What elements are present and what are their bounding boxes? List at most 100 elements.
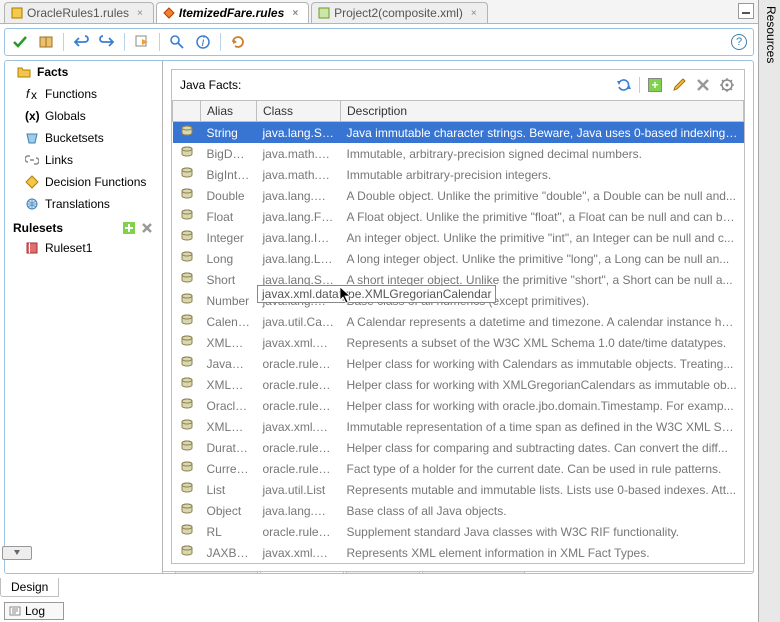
sidebar-item-functions[interactable]: fx Functions <box>5 83 162 105</box>
cell-description: An integer object. Unlike the primitive … <box>341 227 744 248</box>
cell-description: A Double object. Unlike the primitive "d… <box>341 185 744 206</box>
table-row[interactable]: Curren...oracle.rules.r...Fact type of a… <box>173 458 744 479</box>
table-row[interactable]: JAXBEle...javax.xml.bin...Represents XML… <box>173 542 744 563</box>
cell-alias: BigDeci... <box>201 143 257 164</box>
sidebar-item-decision-functions[interactable]: Decision Functions <box>5 171 162 193</box>
edit-fact-icon[interactable] <box>670 76 688 94</box>
table-row[interactable]: RLoracle.rules.r...Supplement standard J… <box>173 521 744 542</box>
cell-class: java.util.List <box>257 479 341 500</box>
cell-description: Represents XML element information in XM… <box>341 542 744 563</box>
row-icon <box>173 521 201 542</box>
composite-file-icon <box>318 7 330 19</box>
cell-alias: Integer <box>201 227 257 248</box>
cell-description: Java immutable character strings. Beware… <box>341 122 744 144</box>
tab-java-facts[interactable]: Java Facts <box>260 572 344 574</box>
row-icon <box>173 164 201 185</box>
sidebar-item-links[interactable]: Links <box>5 149 162 171</box>
tab-label: ItemizedFare.rules <box>179 6 284 20</box>
cell-alias: Object <box>201 500 257 521</box>
table-row[interactable]: Objectjava.lang.Obj...Base class of all … <box>173 500 744 521</box>
parens-x-icon: (x) <box>25 109 39 123</box>
collapse-handle[interactable] <box>2 546 32 560</box>
tab-itemizedfare[interactable]: ItemizedFare.rules × <box>156 2 309 23</box>
close-icon[interactable]: × <box>137 8 143 19</box>
tab-label: Project2(composite.xml) <box>334 6 463 20</box>
cell-class: javax.xml.bin... <box>257 542 341 563</box>
tab-rl-facts[interactable]: RL Facts <box>346 572 420 574</box>
verify-icon[interactable] <box>133 33 151 51</box>
cell-description: Helper class for working with oracle.jbo… <box>341 395 744 416</box>
sidebar-item-bucketsets[interactable]: Bucketsets <box>5 127 162 149</box>
facts-type-tabs: XML Facts Java Facts RL Facts ADF-BC Fac… <box>163 571 753 574</box>
tab-oraclerules1[interactable]: OracleRules1.rules × <box>4 2 154 23</box>
table-row[interactable]: Integerjava.lang.Inte...An integer objec… <box>173 227 744 248</box>
col-description[interactable]: Description <box>341 101 744 122</box>
table-row[interactable]: Oracle...oracle.rules.s...Helper class f… <box>173 395 744 416</box>
add-ruleset-button[interactable] <box>122 221 136 235</box>
cell-alias: Curren... <box>201 458 257 479</box>
help-icon[interactable]: ? <box>731 34 747 50</box>
table-row[interactable]: XMLDu...javax.xml.dat...Immutable repres… <box>173 416 744 437</box>
tab-project2[interactable]: Project2(composite.xml) × <box>311 2 488 23</box>
sidebar-item-label: Facts <box>37 65 68 79</box>
redo-icon[interactable] <box>98 33 116 51</box>
sidebar-item-ruleset1[interactable]: Ruleset1 <box>5 237 162 259</box>
table-row[interactable]: JavaDateoracle.rules.r...Helper class fo… <box>173 353 744 374</box>
tab-design[interactable]: Design <box>0 578 59 597</box>
cell-alias: String <box>201 122 257 144</box>
table-row[interactable]: Listjava.util.ListRepresents mutable and… <box>173 479 744 500</box>
tab-xml-facts[interactable]: XML Facts <box>175 572 258 574</box>
minimize-button[interactable] <box>738 3 754 19</box>
mouse-cursor-icon <box>339 286 353 304</box>
cell-alias: RL <box>201 521 257 542</box>
sidebar-item-facts[interactable]: Facts <box>5 61 162 83</box>
cell-class: oracle.rules.s... <box>257 395 341 416</box>
fact-options-icon[interactable] <box>718 76 736 94</box>
delete-ruleset-button[interactable] <box>140 221 154 235</box>
close-icon[interactable]: × <box>471 8 477 19</box>
delete-fact-icon[interactable] <box>694 76 712 94</box>
table-row[interactable]: XMLDateoracle.rules.r...Helper class for… <box>173 374 744 395</box>
refresh-icon[interactable] <box>229 33 247 51</box>
cell-class: java.lang.Obj... <box>257 500 341 521</box>
editor-tabs: OracleRules1.rules × ItemizedFare.rules … <box>0 0 758 24</box>
sidebar-item-globals[interactable]: (x) Globals <box>5 105 162 127</box>
editor-mode-tabs: Design <box>0 578 758 600</box>
col-alias[interactable]: Alias <box>201 101 257 122</box>
col-class[interactable]: Class <box>257 101 341 122</box>
dictionary-icon[interactable] <box>37 33 55 51</box>
row-icon <box>173 248 201 269</box>
table-row[interactable]: XMLGre...javax.xml.dat...Represents a su… <box>173 332 744 353</box>
table-row[interactable]: Calendarjava.util.Cale...A Calendar repr… <box>173 311 744 332</box>
find-icon[interactable] <box>168 33 186 51</box>
cell-class: java.lang.Inte... <box>257 227 341 248</box>
col-icon[interactable] <box>173 101 201 122</box>
add-fact-button[interactable]: + <box>646 76 664 94</box>
table-row[interactable]: Doublejava.lang.Dou...A Double object. U… <box>173 185 744 206</box>
cell-alias: Double <box>201 185 257 206</box>
cell-class: oracle.rules.s... <box>257 437 341 458</box>
table-row[interactable]: Longjava.lang.LongA long integer object.… <box>173 248 744 269</box>
table-row[interactable]: Durationoracle.rules.s...Helper class fo… <box>173 437 744 458</box>
table-row[interactable]: Stringjava.lang.Stri...Java immutable ch… <box>173 122 744 144</box>
cell-class: oracle.rules.r... <box>257 353 341 374</box>
tab-label: OracleRules1.rules <box>27 6 129 20</box>
table-row[interactable]: BigInte...java.math.Big...Immutable arbi… <box>173 164 744 185</box>
undo-icon[interactable] <box>72 33 90 51</box>
log-panel-tab[interactable]: Log <box>4 602 64 620</box>
table-row[interactable]: Floatjava.lang.FloatA Float object. Unli… <box>173 206 744 227</box>
refresh-facts-icon[interactable] <box>615 76 633 94</box>
sidebar-item-label: Ruleset1 <box>45 241 92 255</box>
close-icon[interactable]: × <box>292 8 298 19</box>
cell-description: Represents mutable and immutable lists. … <box>341 479 744 500</box>
cell-class: java.util.Cale... <box>257 311 341 332</box>
svg-text:x: x <box>31 88 37 101</box>
resources-side-tab[interactable]: Resources <box>758 0 780 622</box>
validate-icon[interactable] <box>11 33 29 51</box>
sidebar-item-translations[interactable]: Translations <box>5 193 162 215</box>
tab-adfbc-facts[interactable]: ADF-BC Facts <box>422 572 525 574</box>
svg-text:i: i <box>202 35 205 49</box>
info-icon[interactable]: i <box>194 33 212 51</box>
row-icon <box>173 479 201 500</box>
table-row[interactable]: BigDeci...java.math.Big...Immutable, arb… <box>173 143 744 164</box>
